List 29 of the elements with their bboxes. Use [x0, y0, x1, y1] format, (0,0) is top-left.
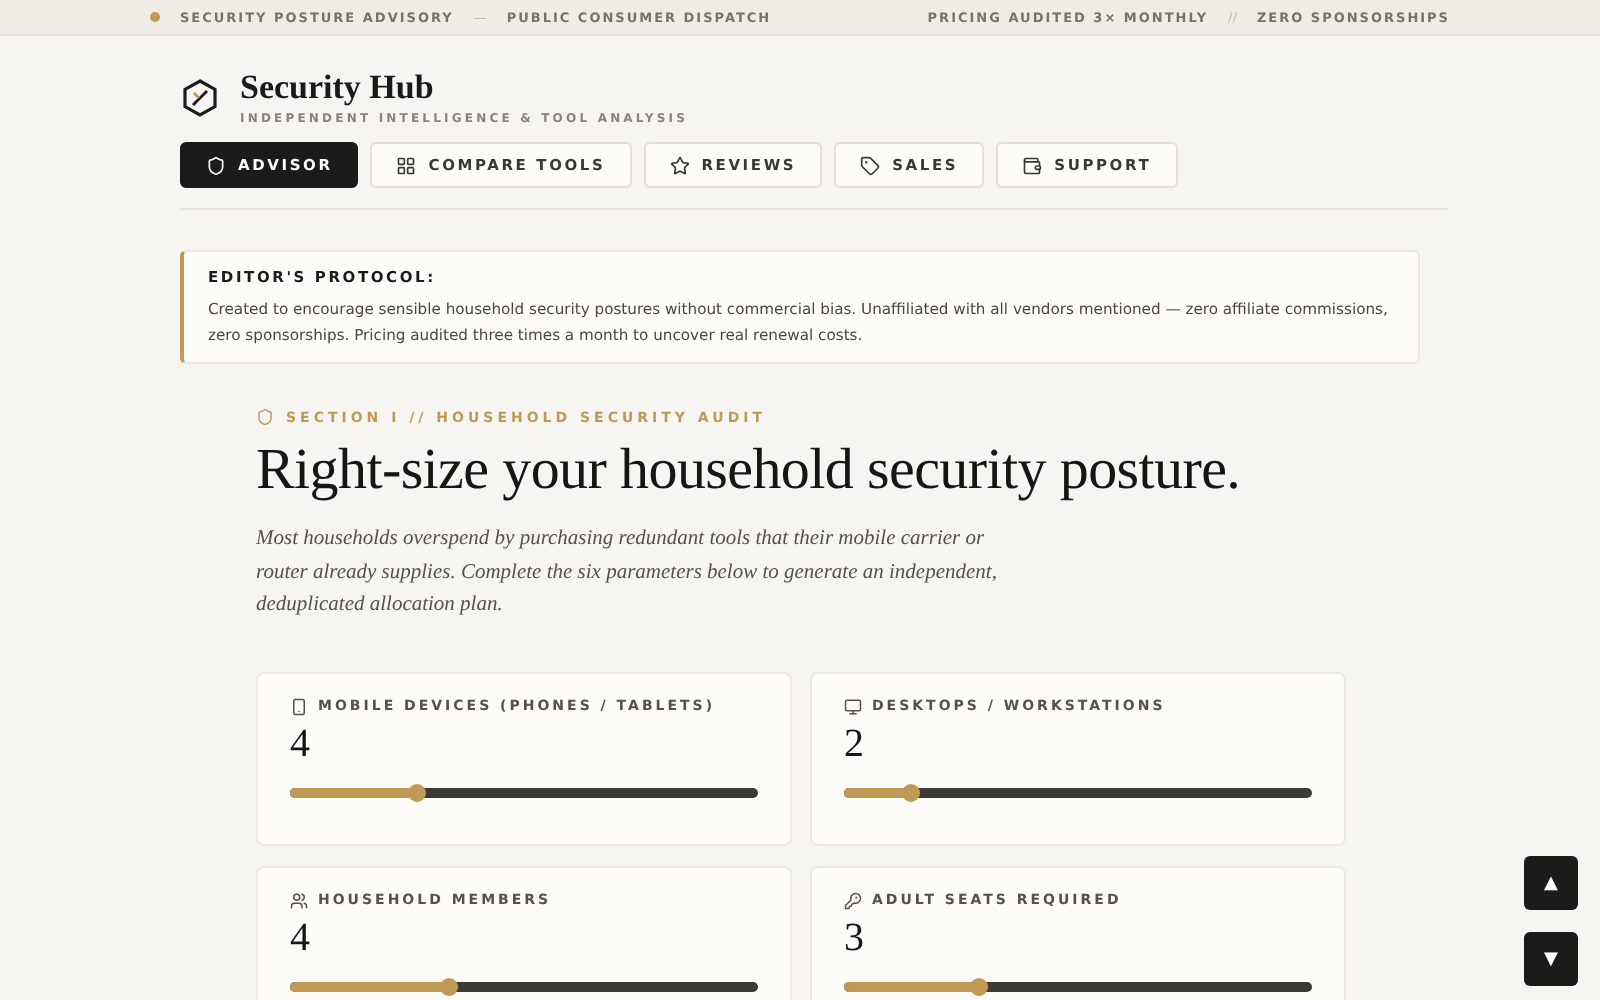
parameter-value: 2 [844, 721, 866, 767]
slider-track[interactable] [844, 981, 1312, 991]
slider-track[interactable] [290, 787, 758, 797]
slider-thumb[interactable] [970, 977, 989, 995]
slider-thumb[interactable] [440, 977, 459, 995]
users-icon [290, 891, 308, 909]
parameter-value: 3 [844, 915, 866, 961]
intro-text: Most households overspend by purchasing redundant tools that their mobile carrier or router already supplies. Complete the six parameters below to generate an independent, deduplicated allocation plan. [256, 526, 999, 620]
slider-track[interactable] [844, 787, 1312, 797]
tag-icon [860, 155, 881, 175]
slider-track[interactable] [290, 981, 758, 991]
page-heading: Right-size your household security posture. [256, 438, 1243, 504]
status-dot [150, 12, 160, 22]
site-title: Security Hub [240, 68, 436, 108]
hexagon-logo-icon [180, 77, 220, 117]
star-icon [669, 155, 690, 175]
key-icon [844, 891, 862, 909]
slider-thumb[interactable] [407, 783, 426, 801]
grid-icon [396, 155, 417, 175]
scroll-button[interactable]: ▼ [1524, 932, 1578, 986]
scroll-button[interactable]: ▲ [1524, 856, 1578, 910]
slider-thumb[interactable] [902, 783, 921, 801]
parameter-value: 4 [290, 915, 312, 961]
shield-icon [256, 408, 274, 426]
parameter-value: 4 [290, 721, 312, 767]
shield-icon [206, 155, 226, 175]
phone-icon [290, 697, 308, 715]
wallet-icon [1022, 155, 1043, 175]
monitor-icon [844, 697, 862, 715]
